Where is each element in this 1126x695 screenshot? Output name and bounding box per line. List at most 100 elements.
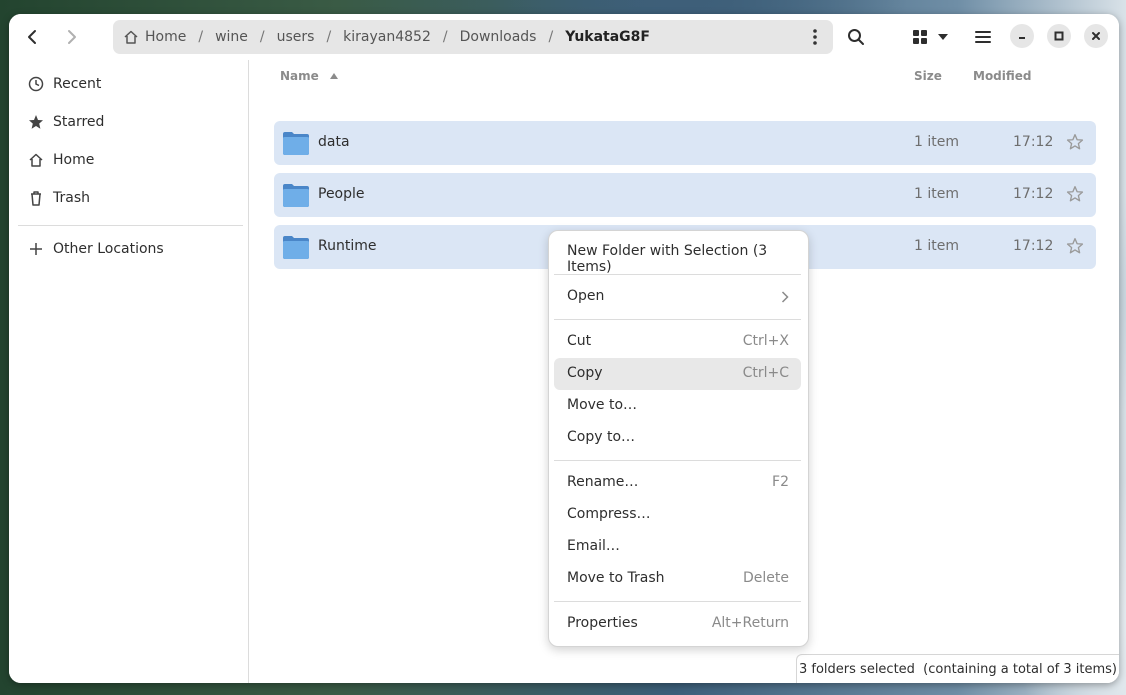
sidebar-item-recent[interactable]: Recent: [9, 66, 248, 102]
menu-item-shortcut: Delete: [743, 570, 789, 586]
breadcrumb-home[interactable]: Home: [113, 29, 195, 45]
home-icon: [124, 30, 138, 44]
breadcrumb-separator: /: [326, 29, 332, 45]
menu-item-label: Email…: [567, 538, 620, 554]
breadcrumb-separator: /: [259, 29, 265, 45]
vertical-dots-icon: [813, 29, 817, 45]
breadcrumb-users[interactable]: users: [268, 29, 324, 45]
home-icon: [29, 153, 43, 167]
file-name: Runtime: [318, 238, 377, 254]
star-icon[interactable]: [1066, 133, 1084, 151]
maximize-button[interactable]: [1047, 24, 1071, 48]
file-name: data: [318, 134, 350, 150]
search-button[interactable]: [840, 21, 872, 53]
maximize-icon: [1054, 31, 1064, 41]
forward-button[interactable]: [55, 21, 87, 53]
menu-item-properties[interactable]: Properties Alt+Return: [554, 608, 801, 640]
menu-separator: [554, 319, 801, 320]
header-bar: Home / wine / users / kirayan4852 / Down…: [9, 14, 1119, 60]
menu-item-shortcut: F2: [772, 474, 789, 490]
menu-item-rename[interactable]: Rename… F2: [554, 467, 801, 499]
grid-icon: [913, 30, 927, 44]
column-header-name[interactable]: Name: [280, 69, 339, 83]
star-icon[interactable]: [1066, 185, 1084, 203]
menu-item-shortcut: Ctrl+X: [742, 333, 789, 349]
sidebar: Recent Starred Home Trash Other Location…: [9, 60, 249, 683]
sidebar-item-label: Other Locations: [53, 241, 164, 257]
menu-item-move-to[interactable]: Move to…: [554, 390, 801, 422]
folder-icon: [283, 184, 309, 207]
folder-icon: [283, 236, 309, 259]
breadcrumb-wine[interactable]: wine: [206, 29, 257, 45]
menu-item-shortcut: Alt+Return: [711, 615, 789, 631]
file-size: 1 item: [914, 186, 959, 202]
column-header-modified[interactable]: Modified: [973, 69, 1032, 83]
menu-item-copy[interactable]: Copy Ctrl+C: [554, 358, 801, 390]
close-button[interactable]: [1084, 24, 1108, 48]
file-size: 1 item: [914, 238, 959, 254]
caret-down-icon: [938, 34, 948, 40]
view-options-button[interactable]: [932, 21, 954, 53]
sidebar-item-label: Recent: [53, 76, 102, 92]
folder-icon: [283, 132, 309, 155]
column-header-size[interactable]: Size: [914, 69, 942, 83]
close-icon: [1092, 32, 1100, 40]
menu-item-open[interactable]: Open: [554, 281, 801, 313]
file-modified: 17:12: [1013, 238, 1054, 254]
menu-item-label: Compress…: [567, 506, 651, 522]
menu-item-new-folder-with-selection[interactable]: New Folder with Selection (3 Items): [554, 236, 801, 275]
menu-item-label: Copy to…: [567, 429, 636, 445]
breadcrumb-separator: /: [198, 29, 204, 45]
search-icon: [848, 29, 864, 45]
menu-item-compress[interactable]: Compress…: [554, 499, 801, 531]
sidebar-item-trash[interactable]: Trash: [9, 180, 248, 216]
menu-item-label: Properties: [567, 615, 638, 631]
back-button[interactable]: [17, 21, 49, 53]
menu-item-label: Open: [567, 288, 605, 304]
menu-item-label: Copy: [567, 365, 603, 381]
menu-separator: [554, 274, 801, 275]
file-size: 1 item: [914, 134, 959, 150]
file-row-data[interactable]: data 1 item 17:12: [274, 121, 1096, 165]
breadcrumb-separator: /: [548, 29, 554, 45]
context-menu: New Folder with Selection (3 Items) Open…: [548, 230, 809, 647]
sidebar-item-home[interactable]: Home: [9, 142, 248, 178]
path-bar: Home / wine / users / kirayan4852 / Down…: [113, 20, 833, 54]
chevron-right-icon: [68, 30, 76, 44]
menu-separator: [554, 460, 801, 461]
breadcrumb-current[interactable]: YukataG8F: [556, 29, 659, 45]
minimize-icon: [1019, 37, 1025, 39]
file-modified: 17:12: [1013, 134, 1054, 150]
path-menu-button[interactable]: [803, 21, 827, 53]
sidebar-item-label: Starred: [53, 114, 105, 130]
sidebar-item-other-locations[interactable]: Other Locations: [9, 231, 248, 267]
breadcrumb-user[interactable]: kirayan4852: [334, 29, 440, 45]
breadcrumb-downloads[interactable]: Downloads: [451, 29, 546, 45]
menu-item-label: Rename…: [567, 474, 639, 490]
file-modified: 17:12: [1013, 186, 1054, 202]
star-icon[interactable]: [1066, 237, 1084, 255]
sort-ascending-icon: [329, 73, 338, 79]
minimize-button[interactable]: [1010, 24, 1034, 48]
selection-status: 3 folders selected (containing a total o…: [796, 654, 1119, 683]
plus-icon: [30, 243, 42, 255]
clock-icon: [28, 76, 44, 92]
hamburger-icon: [975, 31, 991, 43]
file-name: People: [318, 186, 365, 202]
menu-separator: [554, 601, 801, 602]
sidebar-item-starred[interactable]: Starred: [9, 104, 248, 140]
menu-item-label: Cut: [567, 333, 592, 349]
chevron-left-icon: [28, 30, 36, 44]
breadcrumb-label: Home: [145, 29, 187, 45]
menu-item-label: Move to…: [567, 397, 638, 413]
trash-icon: [31, 191, 41, 206]
menu-item-email[interactable]: Email…: [554, 531, 801, 563]
menu-item-copy-to[interactable]: Copy to…: [554, 422, 801, 454]
sidebar-item-label: Trash: [53, 190, 90, 206]
sidebar-item-label: Home: [53, 152, 95, 168]
file-row-people[interactable]: People 1 item 17:12: [274, 173, 1096, 217]
menu-item-cut[interactable]: Cut Ctrl+X: [554, 326, 801, 358]
breadcrumb-separator: /: [442, 29, 448, 45]
main-menu-button[interactable]: [967, 21, 999, 53]
menu-item-move-to-trash[interactable]: Move to Trash Delete: [554, 563, 801, 595]
